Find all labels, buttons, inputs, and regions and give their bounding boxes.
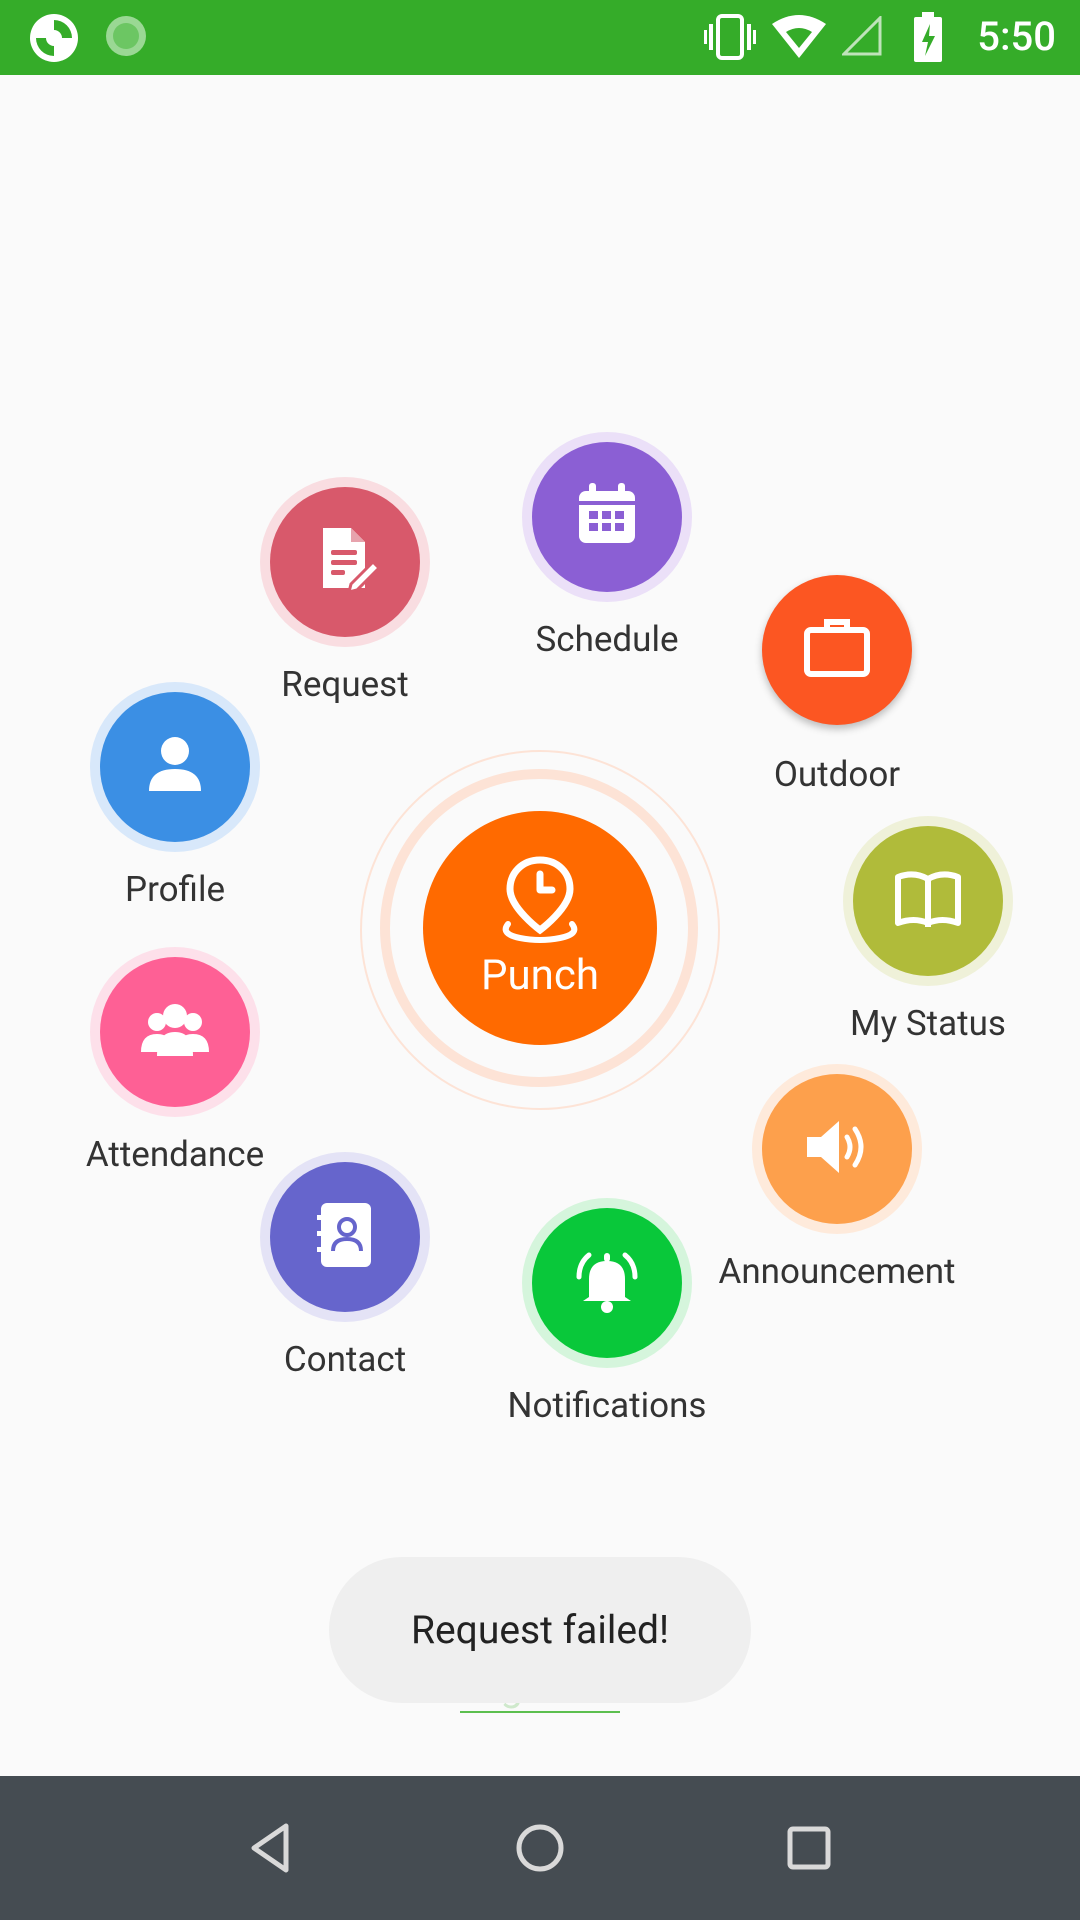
wifi-icon <box>772 14 826 62</box>
announcement-halo <box>752 1064 922 1234</box>
notifications-label: Notifications <box>507 1385 707 1426</box>
location-clock-icon <box>490 856 590 948</box>
request-button[interactable] <box>270 487 420 637</box>
bell-icon <box>569 1243 645 1323</box>
status-bar: 5:50 <box>0 0 1080 75</box>
document-edit-icon <box>307 522 383 602</box>
recents-icon[interactable] <box>779 1820 839 1876</box>
status-time: 5:50 <box>977 13 1056 60</box>
calendar-icon <box>569 477 645 557</box>
punch-button[interactable]: Punch <box>423 811 657 1045</box>
briefcase-icon <box>799 610 875 690</box>
punch-label: Punch <box>481 951 599 1000</box>
my-status-halo <box>843 816 1013 986</box>
profile-halo <box>90 682 260 852</box>
profile-label: Profile <box>124 869 226 910</box>
sync-icon <box>104 14 148 62</box>
schedule-label: Schedule <box>535 619 679 660</box>
outdoor-label: Outdoor <box>773 754 901 795</box>
profile-button[interactable] <box>100 692 250 842</box>
my-status-button[interactable] <box>853 826 1003 976</box>
attendance-halo <box>90 947 260 1117</box>
navigation-bar <box>0 1776 1080 1920</box>
notifications-halo <box>522 1198 692 1368</box>
speaker-icon <box>799 1109 875 1189</box>
group-icon <box>137 992 213 1072</box>
toast-text: Request failed! <box>410 1607 670 1653</box>
attendance-button[interactable] <box>100 957 250 1107</box>
toast-message: Request failed! <box>329 1557 751 1703</box>
my-status-label: My Status <box>850 1003 1006 1044</box>
home-icon[interactable] <box>510 1820 570 1876</box>
attendance-label: Attendance <box>85 1134 265 1175</box>
schedule-button[interactable] <box>532 442 682 592</box>
schedule-halo <box>522 432 692 602</box>
request-halo <box>260 477 430 647</box>
outdoor-button[interactable] <box>762 575 912 725</box>
announcement-button[interactable] <box>762 1074 912 1224</box>
notifications-button[interactable] <box>532 1208 682 1358</box>
person-icon <box>137 727 213 807</box>
outdoor-halo <box>759 572 915 728</box>
battery-charging-icon <box>914 12 942 66</box>
contact-label: Contact <box>283 1339 407 1380</box>
back-icon[interactable] <box>240 1820 300 1876</box>
no-signal-icon <box>840 14 882 60</box>
announcement-label: Announcement <box>718 1251 956 1292</box>
main-content: Punch Request Schedule Outdoor Profile M… <box>0 75 1080 1776</box>
contact-button[interactable] <box>270 1162 420 1312</box>
contact-book-icon <box>307 1197 383 1277</box>
contact-halo <box>260 1152 430 1322</box>
book-icon <box>890 861 966 941</box>
request-label: Request <box>281 664 409 705</box>
vibrate-icon <box>704 14 756 64</box>
app-logo-icon <box>28 12 80 68</box>
